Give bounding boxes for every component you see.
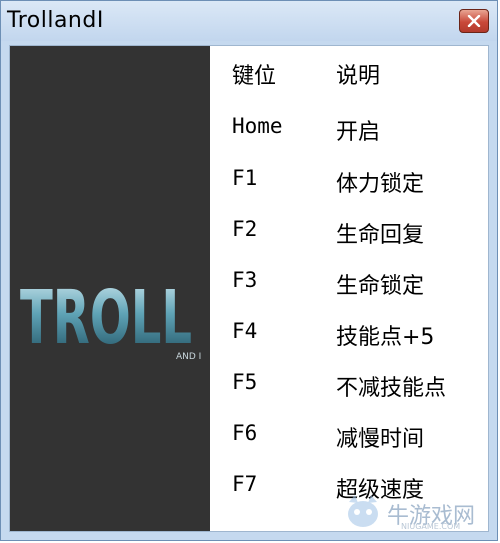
- hotkey-row: F5 不减技能点: [232, 370, 492, 410]
- hotkey-key: F6: [232, 421, 258, 445]
- hotkey-key: F1: [232, 166, 258, 190]
- header-desc: 说明: [336, 64, 381, 89]
- hotkey-row: F2 生命回复: [232, 217, 492, 257]
- title-bar[interactable]: TrollandI: [1, 1, 497, 41]
- trainer-window: TrollandI TROLL AND I 键位 说明 Home 开启 F1 体…: [0, 0, 498, 541]
- hotkey-desc: 开启: [336, 120, 381, 145]
- hotkey-row: F6 减慢时间: [232, 421, 492, 461]
- client-area: TROLL AND I 键位 说明 Home 开启 F1 体力锁定 F2 生命回…: [9, 45, 489, 532]
- hotkey-header-row: 键位 说明: [232, 58, 492, 98]
- hotkey-row: F3 生命锁定: [232, 268, 492, 308]
- watermark-subtext: NIUGAME.COM: [401, 522, 461, 531]
- hotkey-row: F1 体力锁定: [232, 166, 492, 206]
- hotkey-key: F2: [232, 217, 258, 241]
- hotkey-desc: 技能点+5: [336, 325, 435, 350]
- hotkey-key: F3: [232, 268, 258, 292]
- hotkey-desc: 减慢时间: [336, 427, 425, 452]
- hotkey-key: Home: [232, 114, 283, 138]
- hotkey-key: F5: [232, 370, 258, 394]
- hotkey-desc: 不减技能点: [336, 376, 447, 401]
- hotkey-desc: 生命锁定: [336, 274, 425, 299]
- hotkey-row: F4 技能点+5: [232, 319, 492, 359]
- hotkey-desc: 生命回复: [336, 223, 425, 248]
- logo-main-text: TROLL: [20, 275, 192, 361]
- site-watermark: 牛游戏网 NIUGAME.COM: [341, 492, 491, 532]
- header-key: 键位: [232, 64, 277, 89]
- troll-and-i-logo: TROLL AND I: [20, 275, 201, 362]
- game-logo-panel: TROLL AND I: [10, 46, 210, 531]
- logo-sub-text: AND I: [176, 352, 201, 362]
- hotkey-row: Home 开启: [232, 114, 492, 154]
- close-icon: [467, 15, 481, 27]
- hotkey-desc: 体力锁定: [336, 172, 425, 197]
- hotkey-key: F7: [232, 472, 258, 496]
- hotkey-key: F4: [232, 319, 258, 343]
- mascot-icon: [348, 495, 378, 527]
- window-title: TrollandI: [7, 8, 104, 33]
- close-button[interactable]: [459, 9, 489, 33]
